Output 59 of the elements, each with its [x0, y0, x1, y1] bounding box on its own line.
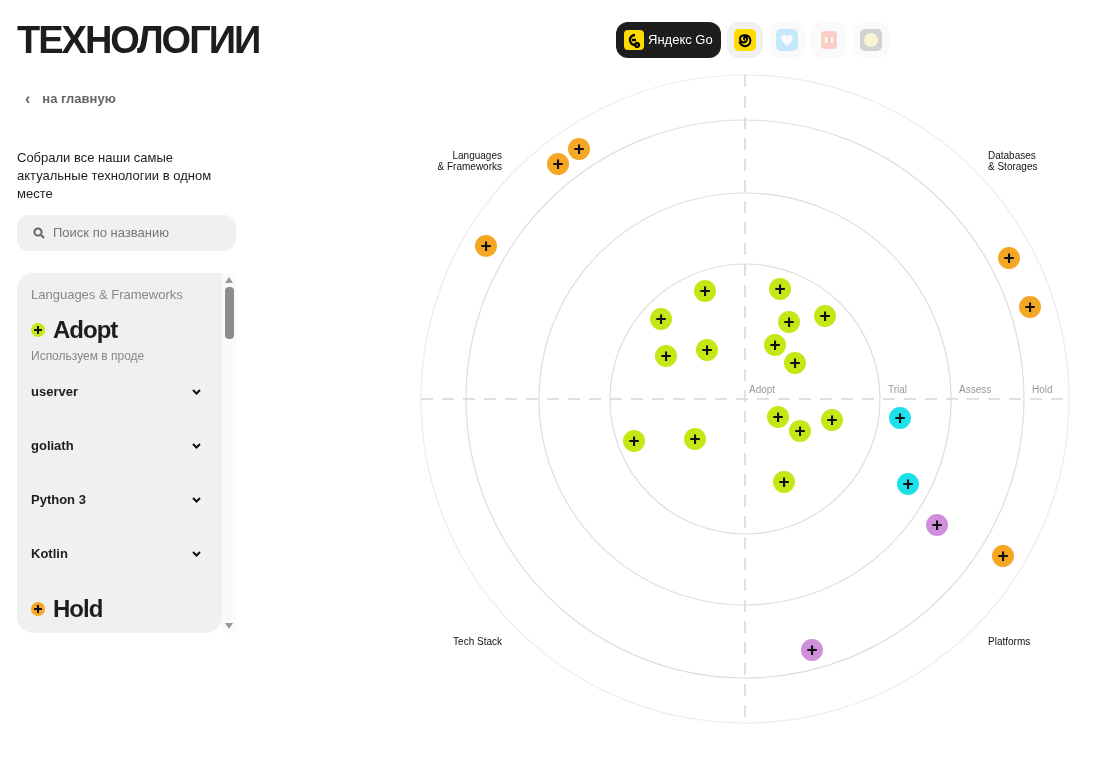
- technology-blip[interactable]: +: [992, 545, 1014, 567]
- technology-blip[interactable]: +: [1019, 296, 1041, 318]
- technology-item[interactable]: Kotlin: [31, 527, 201, 581]
- technology-blip[interactable]: +: [889, 407, 911, 429]
- ring-label: Trial: [888, 384, 908, 395]
- search-icon: [33, 226, 45, 239]
- technology-blip[interactable]: +: [769, 278, 791, 300]
- technology-blip[interactable]: +: [547, 153, 569, 175]
- back-link[interactable]: ‹ на главную: [25, 89, 116, 109]
- technology-blip[interactable]: +: [789, 420, 811, 442]
- scroll-up-icon[interactable]: [225, 276, 233, 283]
- technology-blip[interactable]: +: [998, 247, 1020, 269]
- quadrant-label: Languages & Frameworks: [437, 150, 502, 172]
- technology-blip[interactable]: +: [778, 311, 800, 333]
- quadrant-label: Tech Stack: [453, 636, 502, 647]
- technology-blip[interactable]: +: [801, 639, 823, 661]
- technology-item[interactable]: userver: [31, 365, 201, 419]
- go-logo-icon: [624, 30, 644, 50]
- chevron-down-icon: [192, 389, 201, 395]
- app-tab[interactable]: [726, 22, 763, 58]
- technology-blip[interactable]: +: [784, 352, 806, 374]
- description: Собрали все наши самые актуальные технологии в одном месте: [17, 148, 213, 203]
- chevron-down-icon: [192, 551, 201, 557]
- quadrant-label: Platforms: [988, 636, 1031, 647]
- chevron-down-icon: [192, 443, 201, 449]
- ring-label: Hold: [1032, 384, 1053, 395]
- technology-blip[interactable]: +: [475, 235, 497, 257]
- technology-blip[interactable]: +: [694, 280, 716, 302]
- technology-blip[interactable]: +: [821, 409, 843, 431]
- technology-blip[interactable]: +: [684, 428, 706, 450]
- scroll-down-icon[interactable]: [225, 622, 233, 629]
- technology-blip[interactable]: +: [764, 334, 786, 356]
- ring-label: Adopt: [749, 384, 776, 395]
- scrollbar-thumb[interactable]: [224, 286, 234, 339]
- quadrant-label: Databases & Storages: [988, 150, 1038, 172]
- technology-item[interactable]: Python 3: [31, 473, 201, 527]
- technology-blip[interactable]: +: [623, 430, 645, 452]
- ring-label: Assess: [959, 384, 992, 395]
- technology-blip[interactable]: +: [814, 305, 836, 327]
- ring-subtitle: Используем в проде: [31, 348, 146, 365]
- search-field[interactable]: Поиск по названию: [17, 214, 236, 251]
- chevron-down-icon: [192, 497, 201, 503]
- page-title: ТЕХНОЛОГИИ: [17, 18, 260, 63]
- technology-blip[interactable]: +: [897, 473, 919, 495]
- blob-icon: [859, 29, 882, 51]
- ring-heading: Adopt: [53, 316, 118, 344]
- technology-blip[interactable]: +: [926, 514, 948, 536]
- spiral-icon: [733, 29, 756, 51]
- ring-heading: Hold: [53, 595, 103, 623]
- technology-blip[interactable]: +: [773, 471, 795, 493]
- technology-item[interactable]: goliath: [31, 419, 201, 473]
- technology-blip[interactable]: +: [650, 308, 672, 330]
- technology-blip[interactable]: +: [696, 339, 718, 361]
- technology-blip[interactable]: +: [655, 345, 677, 367]
- technology-blip[interactable]: +: [767, 406, 789, 428]
- technology-blip[interactable]: +: [568, 138, 590, 160]
- app-tab[interactable]: Яндекс Go: [616, 22, 721, 58]
- category-label: Languages & Frameworks: [31, 285, 184, 304]
- scrollbar[interactable]: [222, 272, 236, 633]
